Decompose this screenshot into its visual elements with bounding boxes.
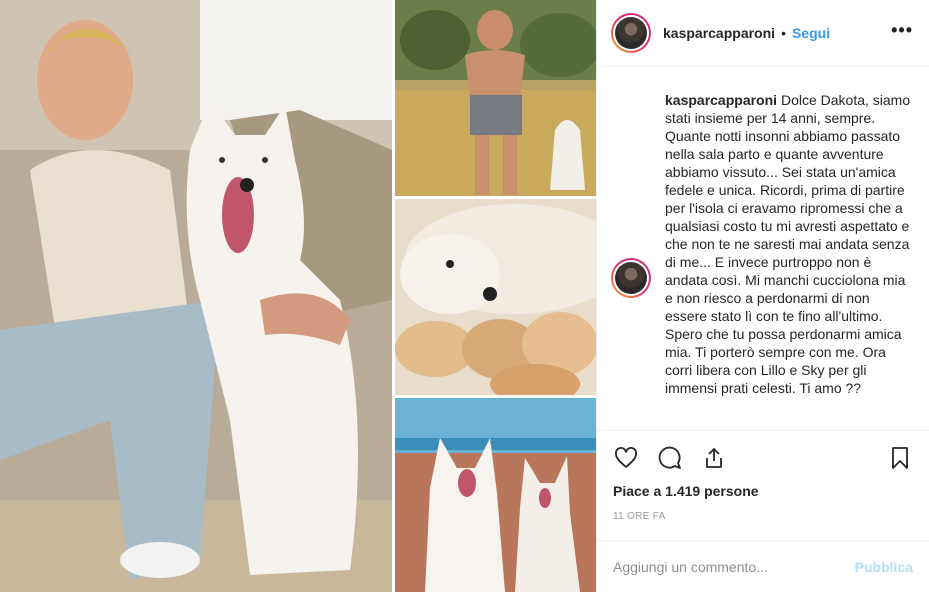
- caption-body: Dolce Dakota, siamo stati insieme per 14…: [665, 92, 911, 396]
- collage-divider: [395, 196, 596, 199]
- avatar[interactable]: [611, 13, 651, 53]
- caption-avatar[interactable]: [611, 258, 651, 298]
- post-timestamp[interactable]: 11 ORE FA: [613, 511, 666, 522]
- photo-man-with-white-dog: [0, 0, 392, 592]
- comment-input[interactable]: [613, 558, 855, 575]
- photo-man-in-field-with-dog: [395, 0, 596, 196]
- photo-dog-with-puppies: [395, 199, 596, 395]
- more-options-icon[interactable]: •••: [891, 21, 913, 45]
- post-actions: Piace a 1.419 persone 11 ORE FA: [597, 430, 929, 540]
- post-image-collage[interactable]: [0, 0, 596, 592]
- caption: kasparcapparoni Dolce Dakota, siamo stat…: [665, 91, 913, 397]
- comment-bubble-icon[interactable]: [657, 445, 683, 471]
- likes-count[interactable]: Piace a 1.419 persone: [613, 483, 759, 499]
- heart-icon[interactable]: [613, 445, 639, 471]
- action-bar: [613, 445, 913, 471]
- post-sidebar: kasparcapparoni • Segui ••• kasparcappar…: [596, 0, 929, 592]
- separator-dot: •: [781, 25, 786, 41]
- instagram-post: kasparcapparoni • Segui ••• kasparcappar…: [0, 0, 929, 592]
- caption-username-link[interactable]: kasparcapparoni: [665, 92, 777, 108]
- collage-divider: [392, 0, 395, 592]
- share-icon[interactable]: [701, 445, 727, 471]
- comments-section[interactable]: kasparcapparoni Dolce Dakota, siamo stat…: [597, 67, 929, 430]
- bookmark-icon[interactable]: [887, 445, 913, 471]
- photo-two-white-dogs: [395, 398, 596, 592]
- comment-form: Pubblica: [597, 540, 929, 592]
- collage-divider: [395, 395, 596, 398]
- publish-button[interactable]: Pubblica: [855, 559, 913, 575]
- username-link[interactable]: kasparcapparoni: [663, 25, 775, 41]
- post-header: kasparcapparoni • Segui •••: [597, 0, 929, 67]
- follow-button[interactable]: Segui: [792, 25, 830, 41]
